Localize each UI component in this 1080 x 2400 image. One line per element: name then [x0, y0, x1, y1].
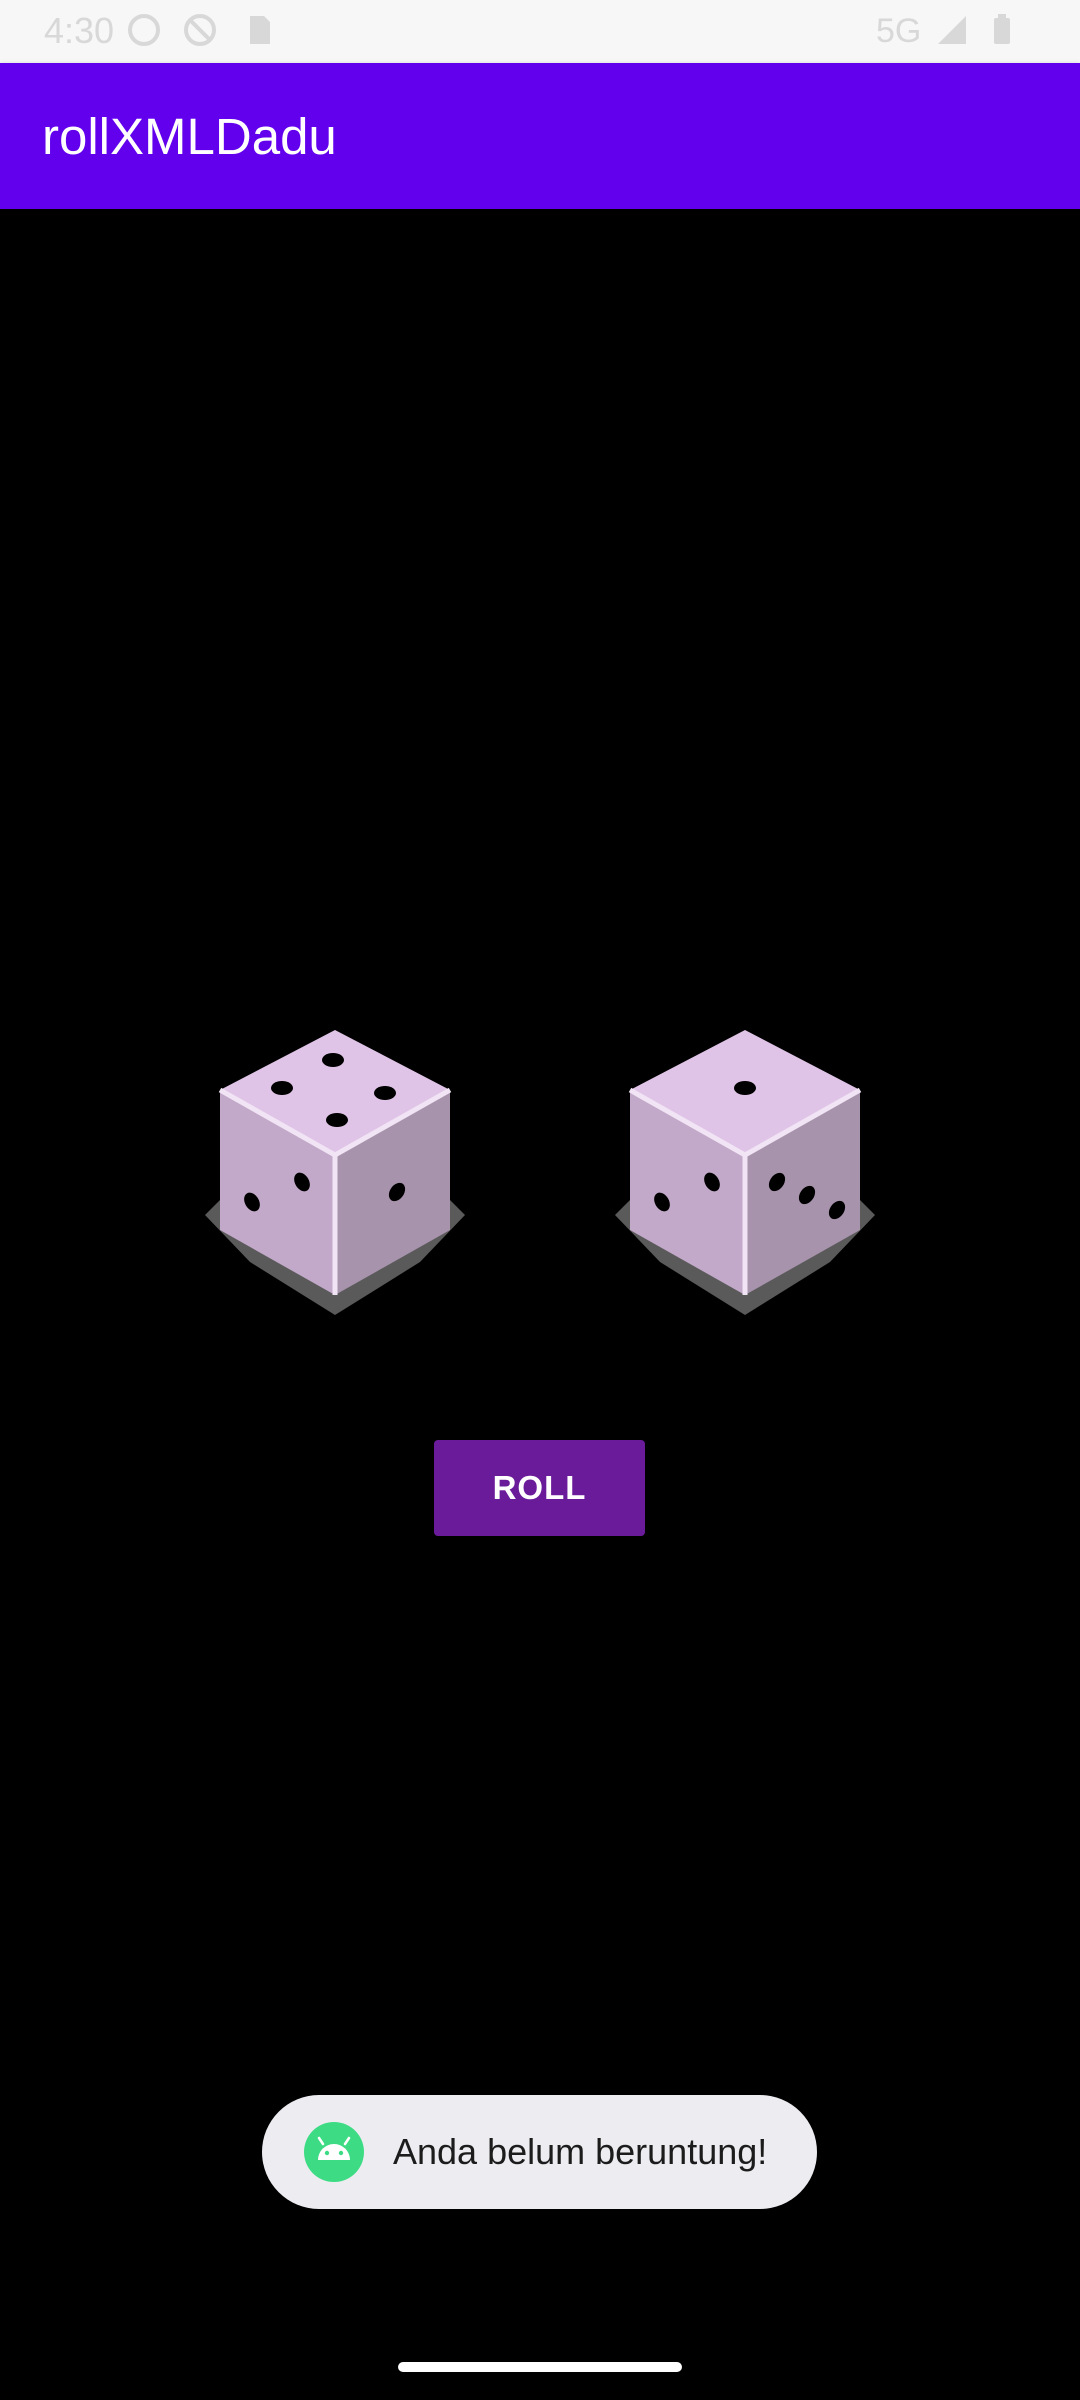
app-title: rollXMLDadu [42, 108, 337, 165]
app-bar: rollXMLDadu [0, 63, 1080, 209]
gesture-navigation-bar[interactable] [398, 2362, 682, 2372]
android-app-icon [304, 2122, 364, 2182]
signal-icon [938, 16, 966, 44]
screen: 4:30 5G rollXMLDadu ROLL Anda belum beru… [0, 0, 1080, 2400]
sim-card-icon [250, 16, 270, 44]
network-type: 5G [876, 12, 922, 50]
toast-message: Anda belum beruntung! [393, 2131, 768, 2172]
dnd-notification-icon [184, 14, 216, 46]
status-time: 4:30 [44, 10, 115, 51]
battery-icon [994, 14, 1010, 44]
status-bar: 4:30 5G [0, 0, 1080, 63]
dice-left-image[interactable] [205, 1030, 465, 1320]
circle-notification-icon [128, 14, 160, 46]
toast: Anda belum beruntung! [262, 2095, 817, 2209]
roll-button[interactable]: ROLL [434, 1440, 645, 1536]
dice-right-image[interactable] [615, 1030, 875, 1320]
